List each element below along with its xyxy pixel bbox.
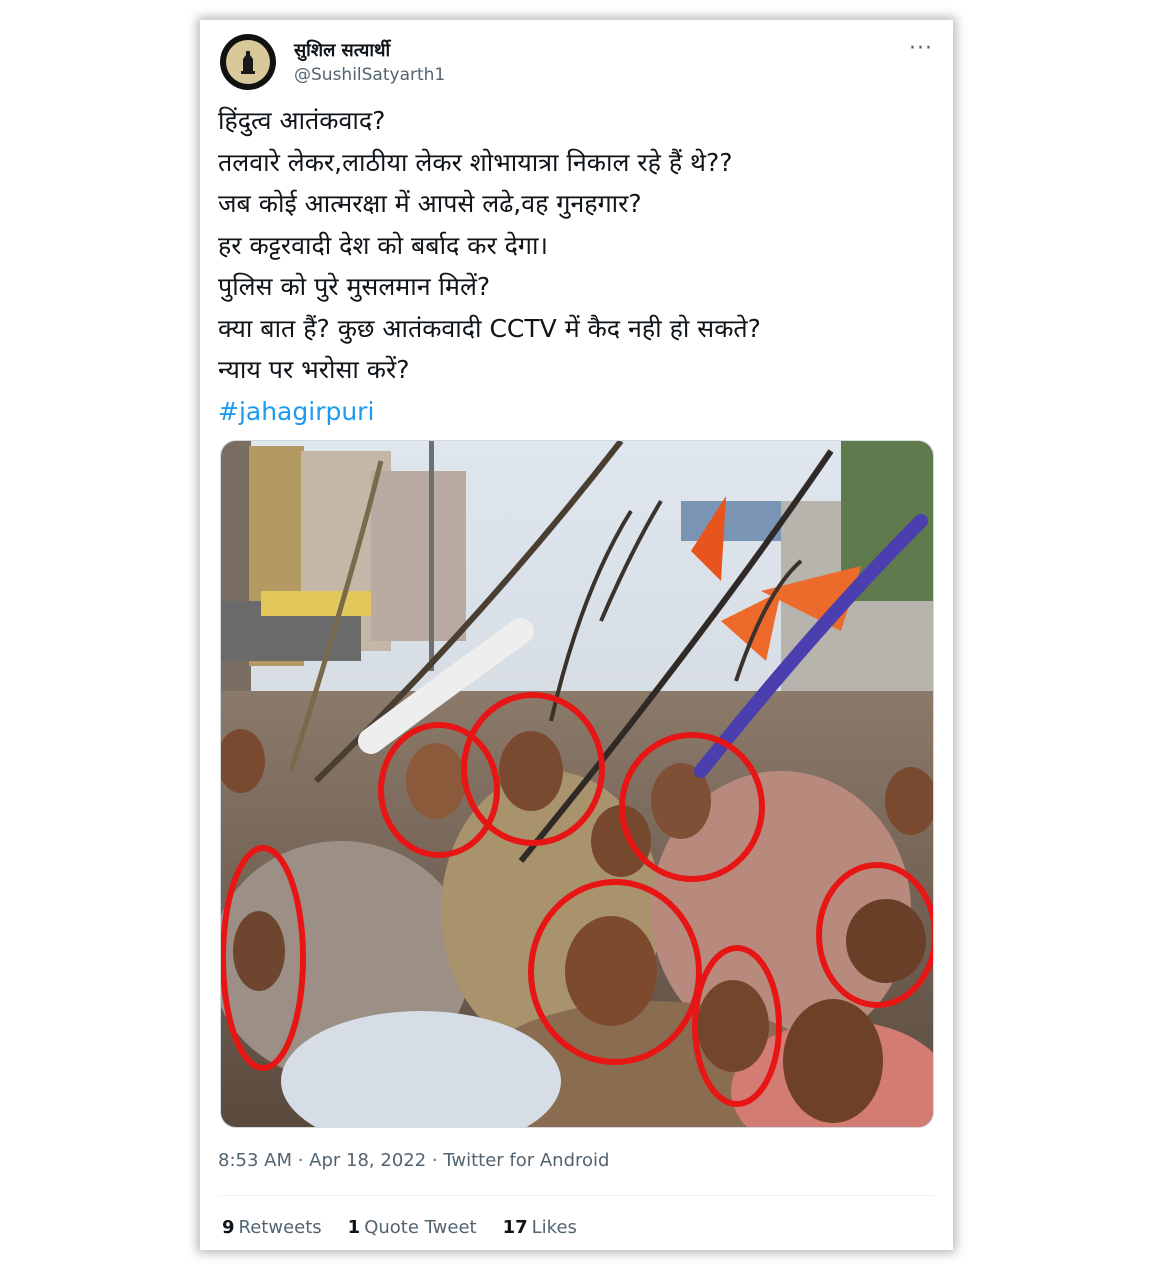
tweet-text-line: पुलिस को पुरे मुसलमान मिलें?	[218, 272, 491, 301]
tweet-text-line: न्याय पर भरोसा करें?	[218, 355, 410, 384]
quotes-count: 1	[347, 1217, 361, 1238]
tweet-text-line: क्या बात हैं? कुछ आतंकवादी CCTV में कैद …	[218, 313, 761, 343]
profile-logo-icon	[226, 40, 270, 84]
likes-label: Likes	[531, 1217, 577, 1238]
tweet-timestamp[interactable]: 8:53 AM · Apr 18, 2022 · Twitter for And…	[218, 1150, 609, 1171]
retweets-label: Retweets	[238, 1217, 322, 1238]
tweet-stats: 9 Retweets 1 Quote Tweet 17 Likes	[222, 1217, 577, 1238]
likes-stat[interactable]: 17 Likes	[503, 1217, 577, 1238]
avatar[interactable]	[220, 34, 276, 90]
tweet-photo[interactable]	[220, 440, 934, 1128]
likes-count: 17	[502, 1217, 528, 1238]
author-name[interactable]: सुशिल सत्यार्थी	[294, 38, 390, 62]
quote-tweets-stat[interactable]: 1 Quote Tweet	[348, 1217, 477, 1238]
hashtag-link[interactable]: #jahagirpuri	[218, 391, 938, 433]
more-options-icon[interactable]: ···	[909, 36, 933, 61]
retweets-count: 9	[222, 1217, 235, 1238]
author-handle[interactable]: @SushilSatyarth1	[294, 65, 445, 85]
divider	[218, 1195, 935, 1196]
tweet-text: हिंदुत्व आतंकवाद? तलवारे लेकर,लाठीया लेक…	[218, 100, 938, 432]
crowd-photo-illustration	[221, 441, 933, 1127]
tweet-text-line: जब कोई आत्मरक्षा में आपसे लढे,वह गुनहगार…	[218, 189, 642, 218]
retweets-stat[interactable]: 9 Retweets	[222, 1217, 322, 1238]
quotes-label: Quote Tweet	[364, 1217, 477, 1238]
tweet-card: सुशिल सत्यार्थी @SushilSatyarth1 ··· हिं…	[200, 20, 953, 1250]
tweet-text-line: हिंदुत्व आतंकवाद?	[218, 106, 386, 135]
tweet-text-line: तलवारे लेकर,लाठीया लेकर शोभायात्रा निकाल…	[218, 147, 733, 177]
tweet-text-line: हर कट्टरवादी देश को बर्बाद कर देगा।	[218, 230, 548, 260]
